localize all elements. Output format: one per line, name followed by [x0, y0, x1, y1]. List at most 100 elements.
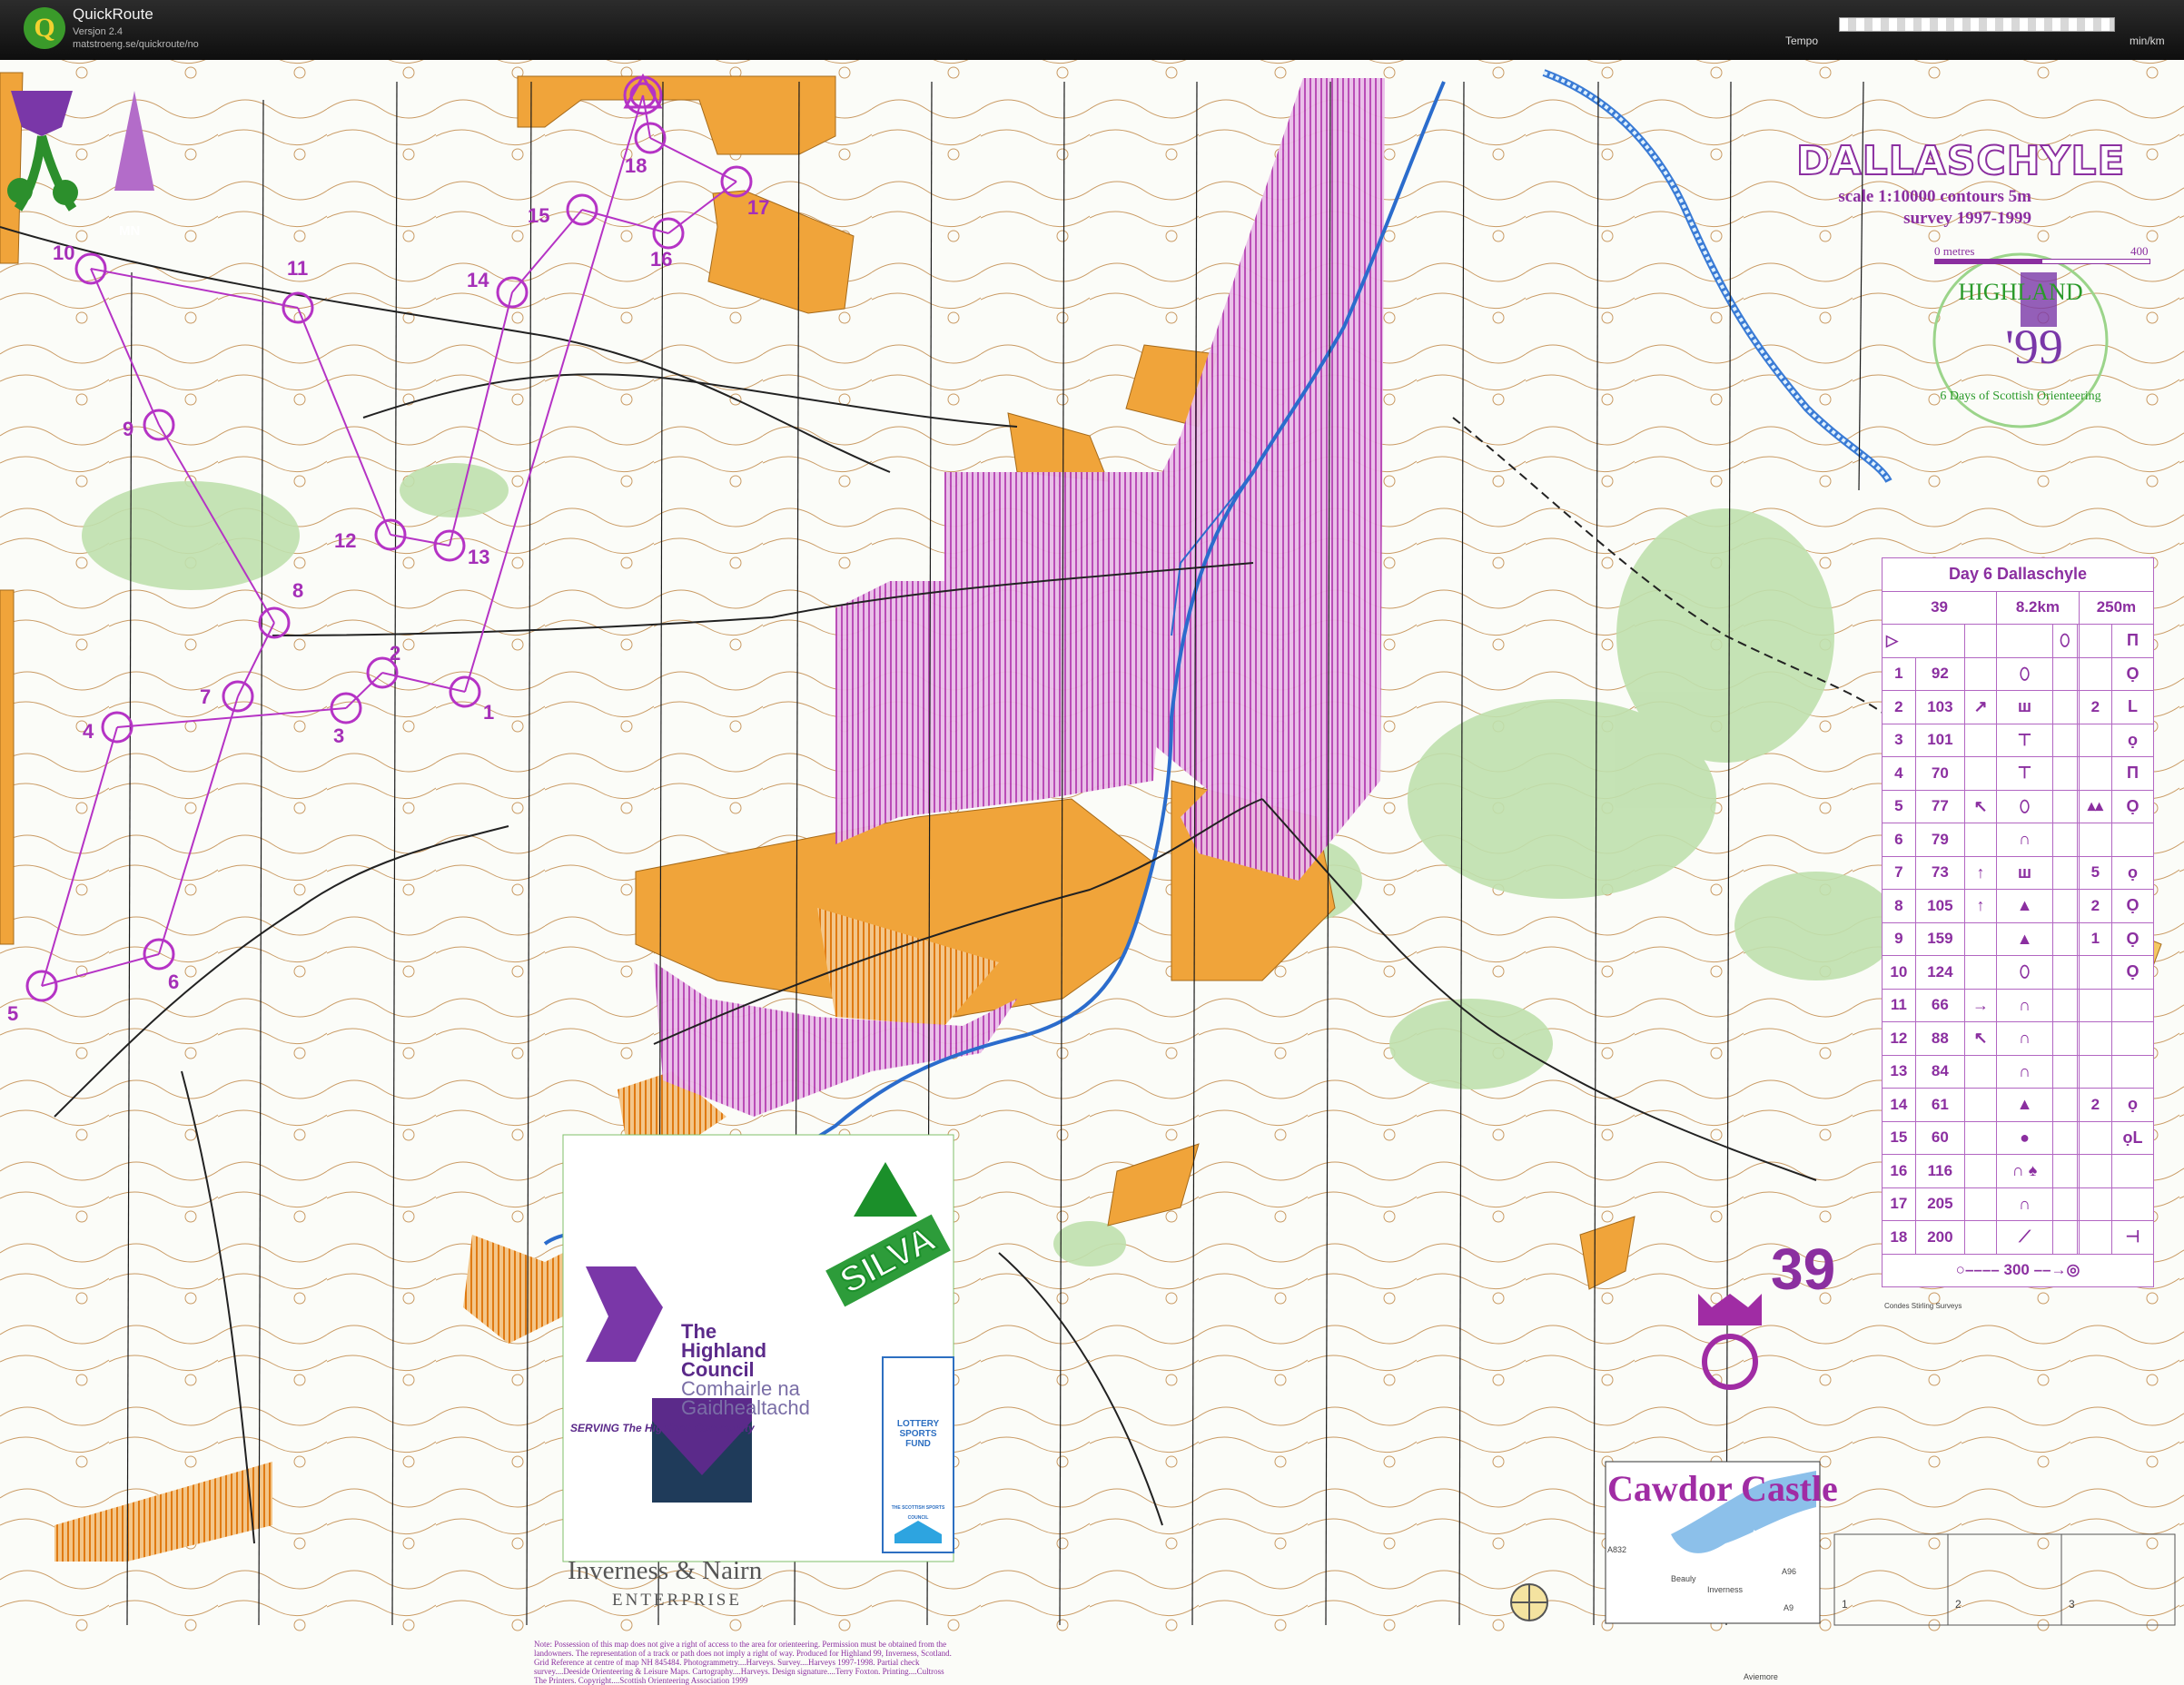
cd-row: 11 66 → ∩: [1882, 988, 2155, 1022]
cd-feature: ▲: [1996, 921, 2053, 956]
tempo-label: Tempo: [1785, 34, 1819, 47]
cd-row: 8 105 ↑ ▲ 2 Ọ: [1882, 889, 2155, 923]
cd-dimension: 2: [2078, 1088, 2112, 1122]
cd-dimension: [2078, 656, 2112, 691]
cd-direction: ↖: [1963, 1021, 1998, 1056]
cd-number: 10: [1882, 955, 1916, 990]
split-box-1-label: 1: [1842, 1598, 1848, 1611]
cd-row: 15 60 ● ọL: [1882, 1120, 2155, 1155]
map-scale-text: scale 1:10000 contours 5m: [1838, 187, 2031, 206]
cd-number: 5: [1882, 789, 1916, 823]
cd-number: 11: [1882, 988, 1916, 1022]
cd-climb: 250m: [2078, 590, 2155, 625]
cd-location: [2110, 1154, 2155, 1188]
cd-code: 124: [1914, 955, 1965, 990]
cd-appearance: [2051, 955, 2078, 990]
cd-code: 92: [1914, 656, 1965, 691]
scalebar-end-label: 400: [2130, 244, 2149, 258]
cd-appearance: [2051, 1054, 2078, 1089]
inset-label-beauly: Beauly: [1671, 1574, 1696, 1583]
app-subtitle: Versjon 2.4 matstroeng.se/quickroute/no: [73, 25, 199, 51]
app-titlebar: Q QuickRoute Versjon 2.4 matstroeng.se/q…: [0, 0, 2184, 60]
cd-direction: ↖: [1963, 789, 1998, 823]
cd-code: 84: [1914, 1054, 1965, 1089]
orienteering-map[interactable]: 1 2 3 4 5 6 7 8 9 10 11 12 13 14 15 16 17 18 HIGHLAND '99…: [0, 60, 2184, 1685]
cd-dimension: [2078, 988, 2112, 1022]
cd-row: 5 77 ↖ ⬯ ▴▴ Ọ: [1882, 789, 2155, 823]
cd-location: Ọ: [2110, 921, 2155, 956]
cd-location: L: [2110, 690, 2155, 724]
cd-direction: [1963, 1220, 1998, 1255]
cd-finish-distance: 300: [2003, 1261, 2030, 1279]
cd-number: 15: [1882, 1120, 1916, 1155]
hc-line-3: Council: [681, 1358, 755, 1381]
cd-number: 12: [1882, 1021, 1916, 1056]
cd-finish-row: ○–––– 300 ––→◎: [1882, 1253, 2154, 1287]
cd-dimension: [2078, 1120, 2112, 1155]
cd-feature: ∩: [1996, 988, 2053, 1022]
cd-code: 70: [1914, 756, 1965, 791]
cawdor-castle-text: Cawdor Castle: [1607, 1468, 1838, 1509]
cd-code: 73: [1914, 855, 1965, 890]
cd-code: 60: [1914, 1120, 1965, 1155]
cd-course: 39: [1881, 590, 1998, 625]
cd-row: 9 159 ▲ 1 Ọ: [1882, 921, 2155, 956]
cd-start-icon: ▷: [1882, 624, 1965, 658]
cd-location: ọ: [2110, 723, 2155, 757]
cd-number: 4: [1882, 756, 1916, 791]
cd-number: 17: [1882, 1187, 1916, 1221]
control-number-label: 2: [390, 642, 400, 665]
cd-feature: ш: [1996, 855, 2053, 890]
cd-direction: ↑: [1963, 889, 1998, 923]
cd-dimension: [2078, 1187, 2112, 1221]
cd-appearance: [2051, 690, 2078, 724]
cd-location: ọ: [2110, 1088, 2155, 1122]
cd-direction: ↗: [1963, 690, 1998, 724]
inset-label-a832: A832: [1607, 1545, 1627, 1554]
cd-row: 13 84 ∩: [1882, 1054, 2155, 1089]
ine-name: Inverness & Nairn: [568, 1556, 763, 1585]
lottery-small-text: THE SCOTTISH SPORTS COUNCIL: [891, 1505, 945, 1521]
hc-line-4: Comhairle na: [681, 1377, 800, 1400]
app-title: QuickRoute: [73, 5, 153, 23]
cd-code: 159: [1914, 921, 1965, 956]
cd-appearance: [2051, 656, 2078, 691]
cd-direction: [1963, 756, 1998, 791]
cd-number: 18: [1882, 1220, 1916, 1255]
cd-number: 2: [1882, 690, 1916, 724]
control-description-table: Day 6 Dallaschyle 39 8.2km 250m ▷ ⬯ Π 19…: [1881, 557, 2155, 1287]
cd-code: 116: [1914, 1154, 1965, 1188]
cd-row: 2 103 ↗ ш 2 L: [1882, 690, 2155, 724]
cd-title: Day 6 Dallaschyle: [1882, 557, 2154, 592]
map-canvas[interactable]: 123456789101112131415161718 HIGHLAND '99…: [0, 60, 2184, 1641]
tempo-color-scale[interactable]: [1839, 17, 2115, 32]
cd-location: [2110, 988, 2155, 1022]
control-number-label: 1: [483, 701, 494, 724]
cd-code: 103: [1914, 690, 1965, 724]
control-number-label: 18: [625, 154, 647, 177]
cd-location: ọL: [2110, 1120, 2155, 1155]
cd-location: Π: [2110, 756, 2155, 791]
control-number-label: 16: [650, 248, 672, 271]
cd-appearance: [2051, 988, 2078, 1022]
cd-feature: ⬯: [1996, 656, 2053, 691]
scalebar-start-label: 0 metres: [1934, 244, 1975, 258]
lottery-line-3: FUND: [905, 1439, 931, 1449]
cd-number: 8: [1882, 889, 1916, 923]
cd-direction: →: [1963, 988, 1998, 1022]
cd-direction: [1963, 921, 1998, 956]
cd-appearance: [2051, 1120, 2078, 1155]
cd-feature: ∩: [1996, 823, 2053, 857]
cd-appearance: [2051, 1154, 2078, 1188]
cd-appearance: [2051, 1220, 2078, 1255]
cd-feature: ⊤: [1996, 723, 2053, 757]
cd-code: 77: [1914, 789, 1965, 823]
cd-number: 13: [1882, 1054, 1916, 1089]
app-version: Versjon 2.4: [73, 26, 124, 37]
hc-line-1: The: [681, 1320, 717, 1343]
app-url: matstroeng.se/quickroute/no: [73, 39, 199, 50]
cd-code: 101: [1914, 723, 1965, 757]
cd-appearance: [2051, 723, 2078, 757]
lottery-line-2: SPORTS: [899, 1429, 937, 1439]
cd-row: 16 116 ∩ ♠: [1882, 1154, 2155, 1188]
